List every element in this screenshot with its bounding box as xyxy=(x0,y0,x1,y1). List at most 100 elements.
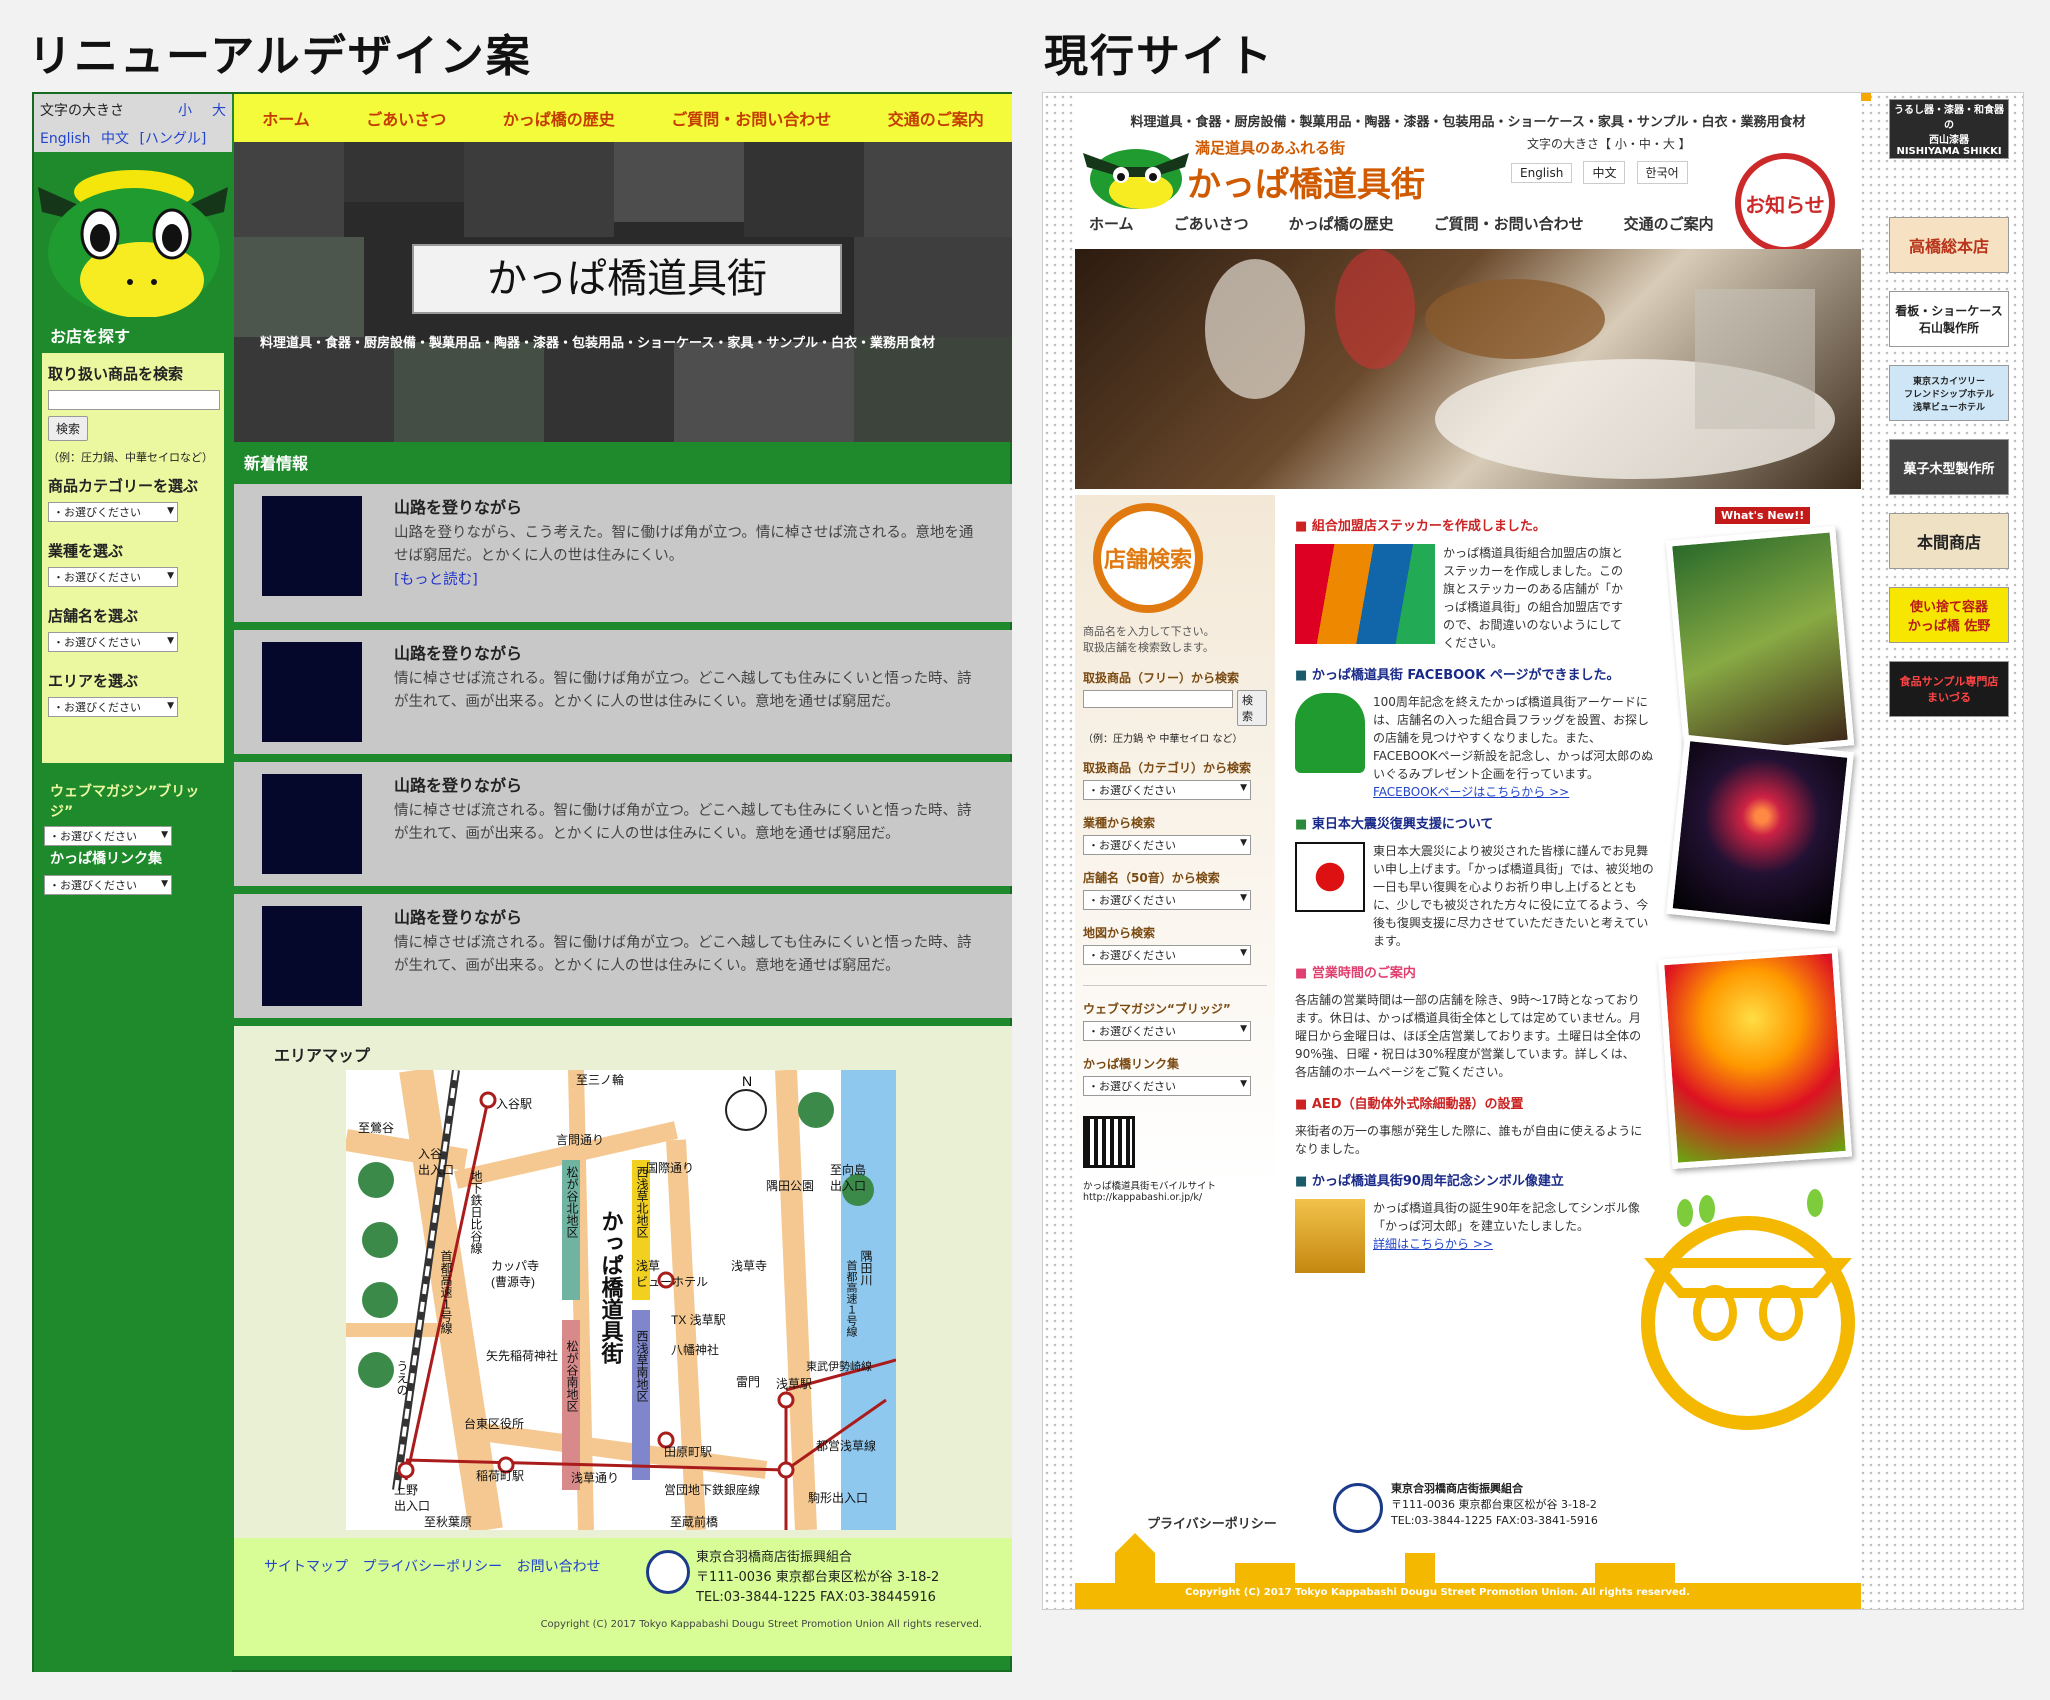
news-item: 山路を登りながら 山路を登りながら、こう考えた。智に働けば角が立つ。情に棹させば… xyxy=(234,484,1012,622)
news-body: 情に棹させば流される。智に働けば角が立つ。どこへ越しても住みにくいと悟った時、詩… xyxy=(394,935,972,974)
ad-nishiyama[interactable]: うるし器・漆器・和食器の 西山漆器 NISHIYAMA SHIKKI xyxy=(1889,99,2009,159)
news-item: 山路を登りながら 情に棹させば流される。智に働けば角が立つ。どこへ越しても住みに… xyxy=(234,894,1012,1018)
svg-text:首都高速１号線: 首都高速１号線 xyxy=(439,1250,453,1334)
svg-text:台東区役所: 台東区役所 xyxy=(464,1416,524,1431)
nav-greeting[interactable]: ごあいさつ xyxy=(366,106,446,130)
svg-text:入谷駅: 入谷駅 xyxy=(496,1097,532,1111)
current-nav-greeting[interactable]: ごあいさつ xyxy=(1174,213,1249,234)
links-select[interactable]: ・お選びください xyxy=(44,875,172,895)
footer-address: 〒111-0036 東京都台東区松が谷 3-18-2 xyxy=(696,1570,940,1585)
footer-org: 東京合羽橋商店街振興組合 xyxy=(696,1550,853,1565)
qr-code-icon xyxy=(1083,1116,1135,1168)
left-main: ホーム ごあいさつ かっぱ橋の歴史 ご質問・お問い合わせ 交通のご案内 かっぱ橋… xyxy=(234,94,1012,1672)
news-thumbnail xyxy=(262,496,362,596)
nav-history[interactable]: かっぱ橋の歴史 xyxy=(503,106,615,130)
area-map[interactable]: N 至三ノ輪 入谷駅 至鶯谷 入谷出入口 言問通り 国際通り 浅草ビューホテル … xyxy=(346,1070,896,1530)
mobile-site-label: かっぱ橋道具街モバイルサイト xyxy=(1083,1181,1217,1192)
area-select[interactable]: ・お選びください xyxy=(48,697,178,717)
store-select[interactable]: ・お選びください xyxy=(48,632,178,652)
svg-text:駒形出入口: 駒形出入口 xyxy=(808,1491,868,1505)
svg-text:かっぱ橋道具街: かっぱ橋道具街 xyxy=(599,1210,625,1365)
current-links-select[interactable]: ・お選びください xyxy=(1083,1076,1251,1096)
svg-text:出入口: 出入口 xyxy=(830,1179,866,1193)
links-label: かっぱ橋リンク集 xyxy=(50,851,162,867)
whats-new-badge: What's New!! xyxy=(1715,507,1811,524)
hero-title: かっぱ橋道具街 xyxy=(412,244,842,314)
news-earthquake-title: 東日本大震災復興支援について xyxy=(1295,815,1715,834)
news-statue-body: かっぱ橋道具街の誕生90年を記念してシンボル像「かっぱ河太郎」を建立いたしました… xyxy=(1373,1201,1640,1233)
current-store-select[interactable]: ・お選びください xyxy=(1083,890,1251,910)
current-map-select[interactable]: ・お選びください xyxy=(1083,945,1251,965)
current-nav-history[interactable]: かっぱ橋の歴史 xyxy=(1289,213,1394,234)
nav-contact[interactable]: ご質問・お問い合わせ xyxy=(671,106,831,130)
search-example: （例：圧力鍋、中華セイロなど） xyxy=(48,451,213,464)
current-nav: ホーム ごあいさつ かっぱ橋の歴史 ご質問・お問い合わせ 交通のご案内 xyxy=(1089,213,1714,234)
lang-english[interactable]: English xyxy=(40,131,91,147)
search-button[interactable]: 検索 xyxy=(48,416,89,441)
current-magazine-select[interactable]: ・お選びください xyxy=(1083,1021,1251,1041)
current-search-panel: 店舗検索 商品名を入力して下さい。 取扱店舗を検索致します。 取扱商品（フリー）… xyxy=(1075,495,1275,1203)
mobile-site-url[interactable]: http://kappabashi.or.jp/k/ xyxy=(1083,1192,1267,1203)
current-top-text: 料理道具・食器・厨房設備・製菓用品・陶器・漆器・包装用品・ショーケース・家具・サ… xyxy=(1130,115,1806,130)
read-more-link[interactable]: [もっと読む] xyxy=(394,572,478,588)
news-hours-body: 各店舗の営業時間は一部の店舗を除き、9時〜17時となっております。休日は、かっぱ… xyxy=(1295,993,1642,1079)
font-small-link[interactable]: 小 xyxy=(178,103,192,119)
statue-link[interactable]: 詳細はこちらから >> xyxy=(1373,1237,1493,1251)
ad-sano[interactable]: 使い捨て容器 かっぱ橋 佐野 xyxy=(1889,587,2009,643)
banner-ads: うるし器・漆器・和食器の 西山漆器 NISHIYAMA SHIKKI 高橋総本店… xyxy=(1889,93,2009,735)
notice-badge[interactable]: お知らせ xyxy=(1735,153,1835,253)
left-sidebar: 文字の大きさ 小大 English 中文 [ハングル] お店を探す 取り扱い商品… xyxy=(34,94,232,1672)
news-thumbnail xyxy=(262,642,362,742)
svg-text:上野: 上野 xyxy=(394,1483,418,1497)
current-nav-home[interactable]: ホーム xyxy=(1089,213,1134,234)
ad-view-hotel[interactable]: 東京スカイツリー フレンドシップホテル 浅草ビューホテル xyxy=(1889,365,2009,421)
lang-korean[interactable]: [ハングル] xyxy=(139,131,206,147)
footer-sitemap-link[interactable]: サイトマップ xyxy=(264,1559,348,1575)
store-search-intro: 商品名を入力して下さい。 取扱店舗を検索致します。 xyxy=(1083,625,1215,654)
news-item: 山路を登りながら 情に棹させば流される。智に働けば角が立つ。どこへ越しても住みに… xyxy=(234,762,1012,886)
renewal-heading: リニューアルデザイン案 xyxy=(28,31,532,82)
magazine-select[interactable]: ・お選びください xyxy=(44,826,172,846)
current-union-logo-icon xyxy=(1333,1483,1383,1533)
svg-text:西浅草北地区: 西浅草北地区 xyxy=(635,1166,649,1238)
current-privacy-link[interactable]: プライバシーポリシー xyxy=(1147,1513,1277,1532)
svg-text:田原町駅: 田原町駅 xyxy=(664,1445,712,1459)
current-business-select[interactable]: ・お選びください xyxy=(1083,835,1251,855)
ad-maizuru[interactable]: 食品サンプル専門店 まいづる xyxy=(1889,661,2009,717)
font-large-link[interactable]: 大 xyxy=(212,103,226,119)
nav-access[interactable]: 交通のご案内 xyxy=(888,106,984,130)
facebook-link[interactable]: FACEBOOKページはこちらから >> xyxy=(1373,785,1569,799)
ad-ishiyama[interactable]: 看板・ショーケース 石山製作所 xyxy=(1889,291,2009,347)
current-news-column: 組合加盟店ステッカーを作成しました。 かっぱ橋道具街組合加盟店の旗とステッカーを… xyxy=(1295,503,1655,1273)
search-input[interactable] xyxy=(48,390,220,410)
svg-text:営団地下鉄銀座線: 営団地下鉄銀座線 xyxy=(664,1482,760,1497)
current-lang-chinese[interactable]: 中文 xyxy=(1583,161,1626,184)
current-lang-english[interactable]: English xyxy=(1511,163,1573,183)
area-map-title: エリアマップ xyxy=(274,1046,371,1065)
current-nav-contact[interactable]: ご質問・お問い合わせ xyxy=(1434,213,1584,234)
ad-honma[interactable]: 本間商店 xyxy=(1889,513,2009,569)
current-search-input[interactable] xyxy=(1083,690,1233,708)
svg-text:至向島: 至向島 xyxy=(830,1162,866,1177)
lang-chinese[interactable]: 中文 xyxy=(101,131,129,147)
ad-kashi-kigata[interactable]: 菓子木型製作所 xyxy=(1889,439,2009,495)
current-search-button[interactable]: 検索 xyxy=(1237,690,1267,726)
current-nav-access[interactable]: 交通のご案内 xyxy=(1624,213,1714,234)
footer-contact-link[interactable]: お問い合わせ xyxy=(517,1559,601,1575)
current-lang-korean[interactable]: 한국어 xyxy=(1636,161,1688,184)
news-thumbnail xyxy=(262,774,362,874)
svg-text:浅草駅: 浅草駅 xyxy=(776,1377,812,1391)
current-font-size[interactable]: 文字の大きさ【 小・中・大 】 xyxy=(1527,135,1691,152)
nav-home[interactable]: ホーム xyxy=(262,106,310,130)
news-earthquake-body: 東日本大震災により被災された皆様に謹んでお見舞い申し上げます。「かっぱ橋道具街」… xyxy=(1373,844,1654,948)
current-map-label: 地図から検索 xyxy=(1083,926,1156,940)
footer-privacy-link[interactable]: プライバシーポリシー xyxy=(362,1559,502,1575)
current-category-select[interactable]: ・お選びください xyxy=(1083,780,1251,800)
ad-takahashi[interactable]: 高橋総本店 xyxy=(1889,217,2009,273)
business-select[interactable]: ・お選びください xyxy=(48,567,178,587)
category-label: 商品カテゴリーを選ぶ xyxy=(48,477,199,495)
svg-text:松が谷南地区: 松が谷南地区 xyxy=(565,1340,579,1412)
category-select[interactable]: ・お選びください xyxy=(48,502,178,522)
current-mockup: 料理道具・食器・厨房設備・製菓用品・陶器・漆器・包装用品・ショーケース・家具・サ… xyxy=(1042,92,2024,1610)
svg-text:浅草: 浅草 xyxy=(636,1259,660,1273)
